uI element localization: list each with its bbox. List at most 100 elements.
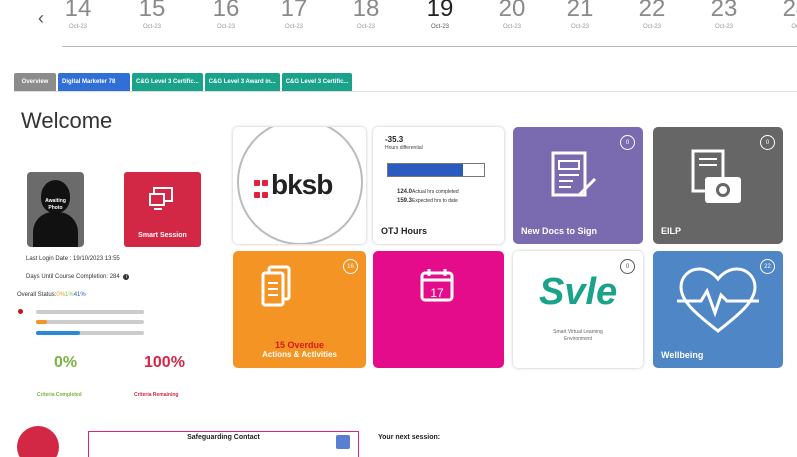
- date-cell-21[interactable]: 21 Oct-23: [550, 0, 610, 30]
- date-month: Oct-23: [570, 24, 589, 30]
- overdue-label: 15 Overdue Actions & Activities: [262, 340, 337, 359]
- bksb-logo: bksb: [253, 169, 333, 201]
- new-docs-to-sign-tile[interactable]: 0 New Docs to Sign: [513, 127, 643, 244]
- tab-cg-level3-certificate-2[interactable]: C&G Level 3 Certific...: [281, 73, 353, 91]
- date-cell-16[interactable]: 16 Oct-23: [196, 0, 256, 30]
- date-number: 24: [782, 0, 797, 22]
- otj-hours-tile[interactable]: -35.3 Hours differential 124.0Actual hrs…: [373, 127, 504, 244]
- docs-title: New Docs to Sign: [521, 226, 598, 236]
- date-number: 15: [138, 0, 166, 22]
- eilp-tile[interactable]: 0 EILP: [653, 127, 783, 244]
- date-month: Oct-23: [714, 24, 733, 30]
- criteria-completed-value: 0%: [54, 354, 78, 371]
- date-strip: ‹ 14 Oct-23 15 Oct-23 16 Oct-23 17 Oct-23 18 Oct-…: [0, 0, 797, 40]
- status-value: 41%: [73, 292, 86, 298]
- date-cell-23[interactable]: 23 Oct-23: [694, 0, 754, 30]
- date-cell-14[interactable]: 14 Oct-23: [48, 0, 108, 30]
- date-number: 18: [352, 0, 380, 22]
- calendar-tile[interactable]: 17: [373, 251, 504, 368]
- date-month: Oct: [791, 24, 797, 30]
- date-number: 20: [498, 0, 526, 22]
- docs-count-badge: 0: [620, 135, 635, 150]
- date-month: Oct-23: [68, 24, 87, 30]
- date-month: Oct-23: [502, 24, 521, 30]
- tab-overview[interactable]: Overview: [14, 73, 56, 91]
- tab-digital-marketer[interactable]: Digital Marketer 78: [58, 73, 130, 91]
- tab-cg-level3-certificate-1[interactable]: C&G Level 3 Certific...: [132, 73, 203, 91]
- date-number: 23: [710, 0, 738, 22]
- overdue-count-badge: 16: [343, 259, 358, 274]
- info-icon[interactable]: i: [123, 274, 130, 280]
- document-sign-icon: [551, 151, 597, 197]
- date-divider: [62, 46, 797, 47]
- overall-status: Overall Status:0%1%41%: [17, 292, 86, 298]
- date-number: 17: [280, 0, 308, 22]
- smart-session-button[interactable]: Smart Session: [124, 172, 201, 247]
- bksb-tile[interactable]: bksb: [233, 127, 366, 244]
- progress-track: [36, 331, 144, 335]
- date-month: Oct-23: [142, 24, 161, 30]
- safeguarding-title: Safeguarding Contact: [187, 434, 260, 441]
- hours-differential-value: -35.3: [385, 135, 404, 144]
- eilp-title: EILP: [661, 226, 682, 236]
- wellbeing-tile[interactable]: 22 Wellbeing: [653, 251, 783, 368]
- learner-icon[interactable]: [17, 426, 59, 457]
- calendar-icon: 17: [420, 269, 454, 302]
- date-cell-17[interactable]: 17 Oct-23: [264, 0, 324, 30]
- progress-dot: [18, 309, 23, 314]
- last-login: Last Login Date : 19/10/2023 13:55: [26, 256, 120, 262]
- date-number: 19: [426, 0, 454, 22]
- tab-divider: [14, 91, 797, 92]
- date-cell-22[interactable]: 22 Oct-23: [622, 0, 682, 30]
- progress-fill: [36, 331, 81, 335]
- date-cell-20[interactable]: 20 Oct-23: [482, 0, 542, 30]
- safeguarding-contact-card: Safeguarding Contact: [88, 431, 359, 457]
- avatar: Awaiting Photo: [27, 172, 84, 247]
- date-month: Oct-23: [642, 24, 661, 30]
- vle-tile[interactable]: 0 Svle Smart Virtual Learning Environmen…: [513, 251, 643, 368]
- progress-fill: [36, 320, 47, 324]
- progress-track: [36, 310, 144, 314]
- date-number: 16: [212, 0, 240, 22]
- eilp-count-badge: 0: [760, 135, 775, 150]
- tab-cg-level3-award[interactable]: C&G Level 3 Award in...: [204, 73, 280, 91]
- expected-hours: 159.3Expected hrs to date: [397, 198, 458, 204]
- vle-logo: Svle: [539, 271, 618, 313]
- date-number: 14: [64, 0, 92, 22]
- contact-icon[interactable]: [336, 435, 350, 449]
- progress-track: [36, 320, 144, 324]
- hours-differential-label: Hours differential: [385, 145, 423, 151]
- date-cell-24[interactable]: 24 Oct: [766, 0, 797, 30]
- date-cell-18[interactable]: 18 Oct-23: [336, 0, 396, 30]
- date-month: Oct-23: [216, 24, 235, 30]
- date-month: Oct-23: [356, 24, 375, 30]
- criteria-remaining-label: Criteria Remaining: [134, 392, 179, 398]
- overdue-actions-tile[interactable]: 16 15 Overdue Actions & Activities: [233, 251, 366, 368]
- date-number: 21: [566, 0, 594, 22]
- status-value: 1%: [65, 292, 74, 298]
- wellbeing-count-badge: 22: [760, 259, 775, 274]
- date-cell-19[interactable]: 19 Oct-23: [410, 0, 470, 30]
- page-title: Welcome: [21, 108, 113, 133]
- wellbeing-title: Wellbeing: [661, 350, 704, 360]
- progress-dot: [18, 330, 23, 335]
- status-value: 0%: [56, 292, 66, 298]
- smart-session-label: Smart Session: [138, 232, 187, 239]
- svg-text:17: 17: [430, 286, 444, 300]
- date-cell-15[interactable]: 15 Oct-23: [122, 0, 182, 30]
- date-month: Oct-23: [430, 24, 449, 30]
- heartbeat-icon: [677, 267, 759, 333]
- date-number: 22: [638, 0, 666, 22]
- camera-document-icon: [691, 149, 741, 203]
- date-month: Oct-23: [284, 24, 303, 30]
- vle-subtitle: Smart Virtual Learning Environment: [553, 329, 603, 342]
- days-until-completion: Days Until Course Completion: 284 i: [26, 274, 130, 280]
- criteria-remaining-value: 100%: [144, 354, 185, 371]
- next-session-label: Your next session:: [378, 434, 441, 441]
- avatar-placeholder-text: Awaiting Photo: [45, 198, 66, 211]
- otj-progress-bar: [387, 163, 485, 177]
- chevron-left-icon[interactable]: ‹: [38, 8, 44, 29]
- actual-hours: 124.0Actual hrs completed: [397, 189, 459, 195]
- course-tabs: Overview Digital Marketer 78 C&G Level 3…: [14, 73, 353, 91]
- criteria-completed-label: Criteria Completed: [37, 392, 82, 398]
